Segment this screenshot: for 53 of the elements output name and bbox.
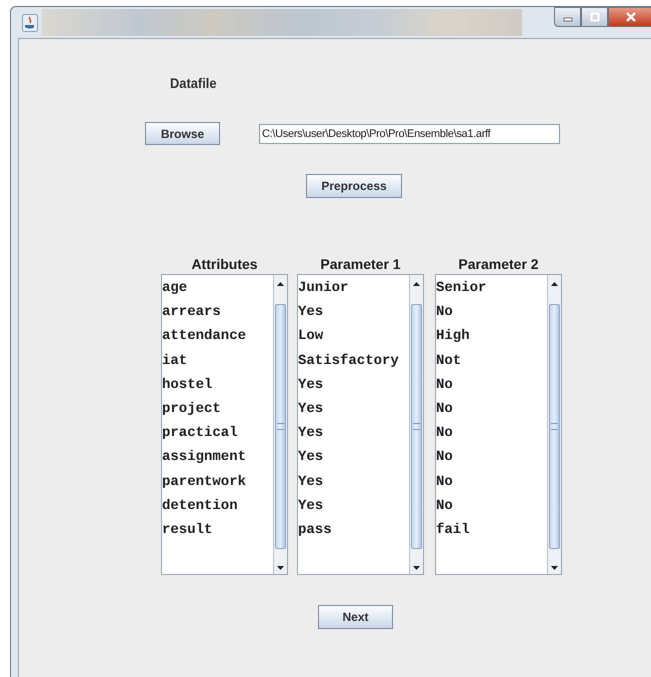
list-item[interactable]: Yes (298, 494, 409, 518)
preprocess-button[interactable]: Preprocess (306, 174, 402, 198)
maximize-button[interactable] (581, 7, 608, 27)
list-item[interactable]: result (162, 518, 273, 542)
list-item[interactable]: hostel (162, 372, 273, 397)
column-header: Parameter 1 (320, 256, 401, 274)
scroll-thumb[interactable] (411, 304, 422, 549)
list-item[interactable]: No (436, 300, 547, 324)
path-field[interactable]: C:\Users\user\Desktop\Pro\Pro\Ensemble\sa1.arff (259, 124, 560, 144)
minimize-button[interactable] (554, 7, 581, 27)
scrollbar[interactable] (547, 275, 561, 574)
list-item[interactable]: age (162, 276, 273, 300)
list-item[interactable]: Yes (298, 470, 409, 494)
column-header: Parameter 2 (458, 256, 539, 274)
list-item[interactable]: High (436, 324, 547, 349)
close-button[interactable] (608, 7, 651, 27)
datafile-heading: Datafile (170, 75, 218, 91)
list-item[interactable]: iat (162, 348, 273, 373)
browse-button[interactable]: Browse (145, 122, 220, 145)
scroll-thumb[interactable] (549, 304, 560, 549)
list-item[interactable]: No (436, 445, 547, 470)
list-item[interactable]: No (436, 421, 547, 446)
list-item[interactable]: practical (162, 421, 273, 446)
list-item[interactable]: attendance (162, 324, 273, 349)
list-item[interactable]: Satisfactory (298, 348, 409, 373)
list-item[interactable]: arrears (162, 300, 273, 324)
list-item[interactable]: Junior (298, 276, 409, 300)
list-item[interactable]: Senior (436, 276, 547, 300)
list-item[interactable]: No (436, 470, 547, 494)
scroll-thumb[interactable] (275, 304, 286, 549)
close-icon (625, 12, 637, 22)
list-item[interactable]: parentwork (162, 470, 273, 494)
list-item[interactable]: pass (298, 518, 409, 542)
list-item[interactable]: assignment (162, 445, 273, 470)
list-item[interactable]: No (436, 396, 547, 422)
list-item[interactable]: Not (436, 348, 547, 373)
list-item[interactable]: fail (436, 518, 547, 542)
list-item[interactable]: Yes (298, 372, 409, 397)
maximize-icon (590, 12, 600, 22)
column-header: Attributes (191, 256, 258, 274)
next-button[interactable]: Next (318, 605, 393, 629)
list-item[interactable]: Yes (298, 300, 409, 324)
list-item[interactable]: No (436, 494, 547, 518)
list-item[interactable]: detention (162, 494, 273, 518)
list-item[interactable]: project (162, 396, 273, 422)
scrollbar[interactable] (409, 275, 423, 574)
app-icon (22, 14, 38, 32)
list-item[interactable]: Low (298, 324, 409, 349)
list-item[interactable]: Yes (298, 396, 409, 422)
list-item[interactable]: Yes (298, 445, 409, 470)
scrollbar[interactable] (273, 275, 287, 574)
list-item[interactable]: No (436, 372, 547, 397)
list-item[interactable]: Yes (298, 421, 409, 446)
